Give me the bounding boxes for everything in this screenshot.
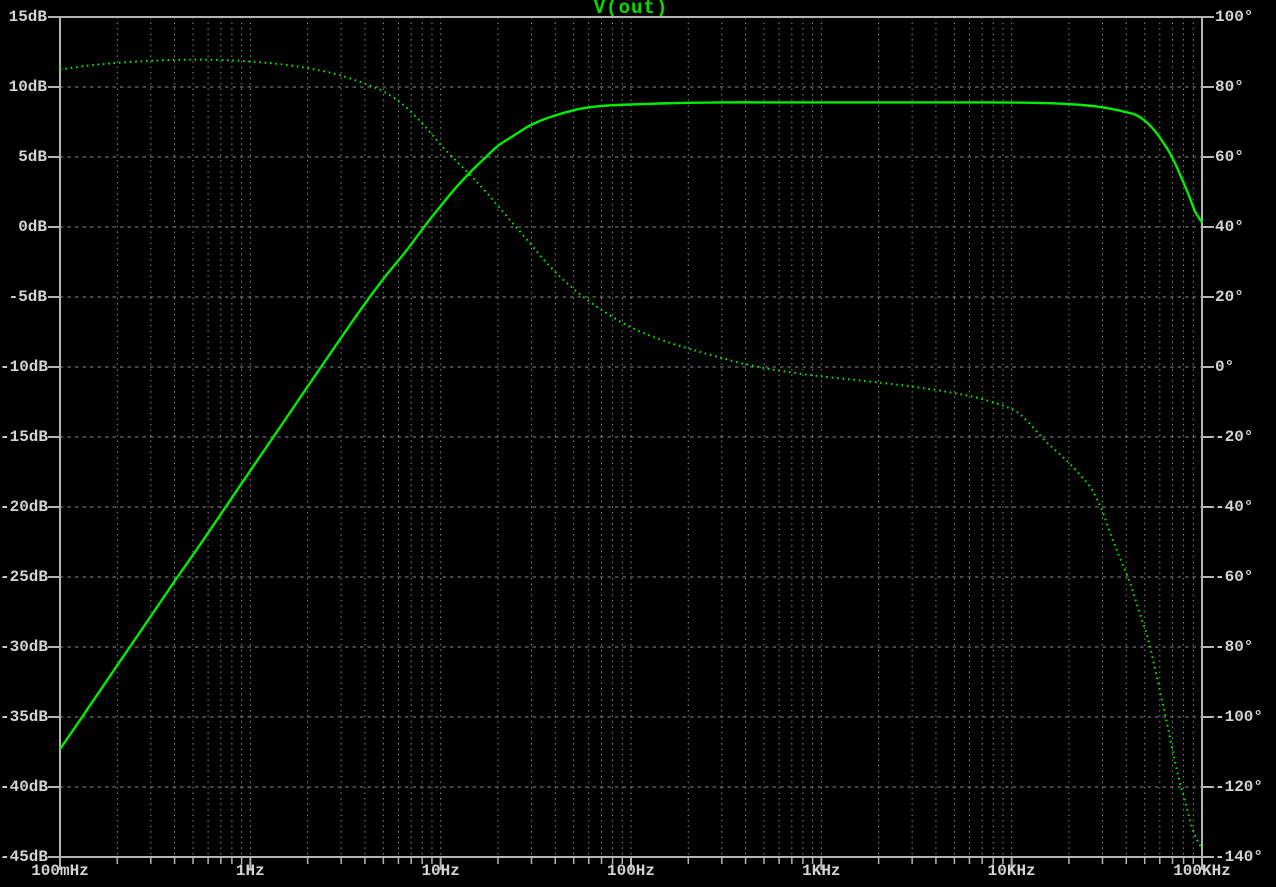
y-left-tick-label: -30dB [0, 638, 49, 656]
y-right-tick-label: 60° [1215, 148, 1244, 166]
y-left-tick-label: -40dB [0, 778, 49, 796]
y-left-tick-label: -35dB [0, 708, 49, 726]
x-tick-label: 1KHz [802, 862, 841, 880]
waveform-pane[interactable]: V(out) 15dB 10dB 5dB 0dB -5dB -10dB -15dB -20dB… [0, 0, 1276, 887]
x-tick-label: 100mHz [31, 862, 89, 880]
y-right-tick-label: 40° [1215, 218, 1244, 236]
x-tick-label: 100KHz [1173, 862, 1231, 880]
y-right-tick-label: 0° [1215, 358, 1235, 376]
y-left-tick-label: -15dB [0, 428, 49, 446]
y-right-tick-label: -20° [1215, 428, 1254, 446]
x-tick-label: 10KHz [987, 862, 1036, 880]
y-right-tick-label: 20° [1215, 288, 1244, 306]
grid-lines [60, 17, 1202, 857]
y-right-tick-label: -40° [1215, 498, 1254, 516]
y-right-tick-label: -80° [1215, 638, 1254, 656]
x-tick-label: 1Hz [235, 862, 265, 880]
y-left-tick-label: -5dB [8, 288, 47, 306]
plot-canvas [48, 16, 1214, 870]
y-left-tick-label: -25dB [0, 568, 49, 586]
y-left-tick-label: 15dB [8, 8, 47, 26]
y-left-tick-label: -20dB [0, 498, 49, 516]
y-right-tick-label: 80° [1215, 78, 1244, 96]
y-left-tick-label: 0dB [18, 218, 47, 236]
y-left-tick-label: 5dB [18, 148, 47, 166]
x-tick-label: 100Hz [606, 862, 655, 880]
y-right-tick-label: 100° [1215, 8, 1254, 26]
y-right-tick-label: -60° [1215, 568, 1254, 586]
y-right-tick-label: -100° [1215, 708, 1264, 726]
y-left-tick-label: 10dB [8, 78, 47, 96]
y-right-tick-label: -120° [1215, 778, 1264, 796]
x-tick-label: 10Hz [421, 862, 460, 880]
y-left-tick-label: -10dB [0, 358, 49, 376]
